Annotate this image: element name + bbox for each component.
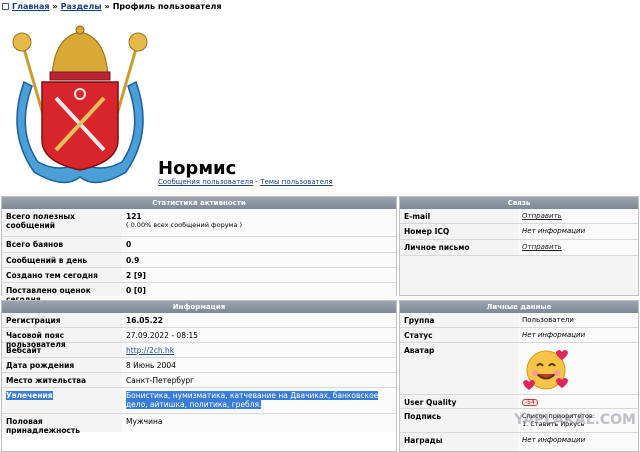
user-posts-link[interactable]: Сообщения пользователя — [158, 178, 253, 186]
stats-value: 0 [0] — [122, 283, 396, 296]
awards-value: Нет информации — [518, 433, 638, 451]
personal-label: Группа — [404, 316, 435, 325]
gender-value: Мужчина — [122, 414, 396, 432]
breadcrumb-home-link[interactable]: Главная — [12, 2, 49, 11]
panel-header: Связь — [400, 197, 638, 209]
breadcrumb-separator: » — [104, 2, 110, 11]
breadcrumb: Главная » Разделы » Профиль пользователя — [2, 2, 222, 11]
stats-row: Создано тем сегодня 2 [9] — [2, 268, 396, 283]
location-value: Санкт-Петербург — [122, 373, 396, 387]
personal-row: Статус Нет информации — [400, 328, 638, 343]
status-value: Нет информации — [518, 328, 638, 342]
hobbies-label: Увлечения — [6, 391, 53, 400]
info-row: Часовой пояс пользователя 27.09.2022 - 0… — [2, 328, 396, 349]
avatar-smiling-face-with-hearts-icon — [523, 350, 568, 390]
stats-value: 0 — [122, 237, 396, 252]
stats-label: Всего баянов — [6, 240, 64, 249]
icq-value: Нет информации — [518, 224, 638, 239]
info-row: Вебсайт http://2ch.hk — [2, 343, 396, 358]
personal-row: Аватар — [400, 343, 638, 395]
stats-row: Всего полезных сообщений 121 ( 0.00% все… — [2, 209, 396, 237]
links-separator: - — [255, 178, 258, 186]
breadcrumb-current: Профиль пользователя — [112, 2, 222, 11]
posts-share-note: ( 0.00% всех сообщений форума ) — [126, 221, 243, 229]
stats-row: Всего баянов 0 — [2, 237, 396, 253]
website-link[interactable]: http://2ch.hk — [126, 346, 174, 355]
timezone-value: 27.09.2022 - 08:15 — [122, 328, 396, 342]
contact-label: E-mail — [404, 212, 431, 221]
breadcrumb-separator: » — [52, 2, 58, 11]
information-panel: Информация Регистрация 16.05.22 Часовой … — [1, 300, 397, 452]
contact-row: E-mail Отправить — [400, 209, 638, 224]
info-label: Часовой пояс пользователя — [6, 331, 66, 349]
contact-row: Номер ICQ Нет информации — [400, 224, 638, 240]
stats-value: 121 ( 0.00% всех сообщений форума ) — [122, 209, 396, 236]
stats-row: Поставлено оценок сегодня 0 [0] — [2, 283, 396, 304]
panel-header: Личные данные — [400, 301, 638, 313]
info-label: Место жительства — [6, 376, 87, 385]
stats-label: Сообщений в день — [6, 256, 88, 265]
hobbies-value: Бонистика, нумизматика, катчевание на Дв… — [126, 391, 379, 409]
info-row: Дата рождения 8 Июнь 2004 — [2, 358, 396, 373]
breadcrumb-sections-link[interactable]: Разделы — [61, 2, 102, 11]
stats-value: 2 [9] — [122, 268, 396, 282]
stats-label: Поставлено оценок сегодня — [6, 286, 91, 304]
personal-label: Аватар — [404, 346, 435, 355]
info-label: Половая принадлежность — [6, 417, 81, 435]
contact-label: Личное письмо — [404, 243, 470, 252]
stats-row: Сообщений в день 0.9 — [2, 253, 396, 268]
contact-row-empty — [400, 256, 638, 295]
panel-header: Информация — [2, 301, 396, 313]
info-row: Увлечения Бонистика, нумизматика, катчев… — [2, 388, 396, 414]
contact-row: Личное письмо Отправить — [400, 240, 638, 256]
registration-date: 16.05.22 — [122, 313, 396, 327]
user-topics-link[interactable]: Темы пользователя — [260, 178, 333, 186]
profile-links: Сообщения пользователя - Темы пользовате… — [158, 178, 333, 186]
panel-header: Статистика активности — [2, 197, 396, 209]
info-row: Половая принадлежность Мужчина — [2, 414, 396, 435]
personal-row: User Quality -54 — [400, 395, 638, 409]
profile-name: Нормис — [158, 158, 237, 179]
birth-date: 8 Июнь 2004 — [122, 358, 396, 372]
group-value: Пользователи — [518, 313, 638, 327]
info-label: Регистрация — [6, 316, 61, 325]
coat-of-arms-image — [12, 25, 148, 184]
info-row: Место жительства Санкт-Петербург — [2, 373, 396, 388]
info-label: Дата рождения — [6, 361, 75, 370]
send-message-link[interactable]: Отправить — [522, 243, 562, 251]
contact-panel: Связь E-mail Отправить Номер ICQ Нет инф… — [399, 196, 639, 296]
personal-row: Группа Пользователи — [400, 313, 638, 328]
personal-label: Подпись — [404, 412, 442, 421]
personal-label: Статус — [404, 331, 433, 340]
stats-value: 0.9 — [122, 253, 396, 267]
user-quality-badge: -54 — [522, 399, 538, 406]
personal-label: User Quality — [404, 398, 457, 407]
total-posts-value: 121 — [126, 212, 142, 221]
stats-label: Создано тем сегодня — [6, 271, 98, 280]
personal-data-panel: Личные данные Группа Пользователи Статус… — [399, 300, 639, 452]
contact-label: Номер ICQ — [404, 227, 450, 236]
activity-stats-panel: Статистика активности Всего полезных соо… — [1, 196, 397, 304]
personal-row: Награды Нет информации — [400, 433, 638, 451]
stats-label: Всего полезных сообщений — [6, 212, 76, 230]
home-icon — [2, 3, 9, 10]
site-watermark: YAPLAKAL.COM — [514, 412, 636, 428]
info-label: Вебсайт — [6, 346, 42, 355]
send-email-link[interactable]: Отправить — [522, 212, 562, 220]
personal-label: Награды — [404, 436, 443, 445]
info-row: Регистрация 16.05.22 — [2, 313, 396, 328]
